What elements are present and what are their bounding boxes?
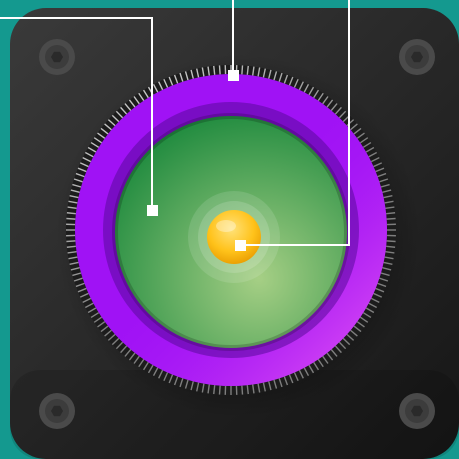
- knurl-tick: [213, 65, 216, 75]
- knurl-tick: [213, 385, 216, 395]
- callout-marker-lens-surface: [147, 205, 158, 216]
- knurl-tick: [218, 385, 221, 395]
- knurl-tick: [386, 212, 396, 215]
- screw-top-right: [399, 39, 435, 75]
- callout-marker-center-button: [235, 240, 246, 251]
- knurl-tick: [66, 212, 76, 215]
- callout-marker-lens-bezel: [228, 70, 239, 81]
- screw-bottom-left: [39, 393, 75, 429]
- knurl-tick: [66, 240, 76, 243]
- center-button[interactable]: [207, 210, 261, 264]
- knurl-tick: [386, 245, 396, 248]
- knurl-tick: [66, 245, 76, 248]
- knurl-tick: [241, 65, 244, 75]
- center-button-gloss: [216, 220, 236, 232]
- knurl-tick: [246, 65, 249, 75]
- knurl-tick: [241, 385, 244, 395]
- screw-bottom-right: [399, 393, 435, 429]
- screw-top-left: [39, 39, 75, 75]
- knurl-tick: [386, 240, 396, 243]
- camera-dial-illustration: [0, 0, 459, 459]
- knurl-tick: [386, 217, 396, 220]
- knurl-tick: [66, 217, 76, 220]
- knurl-tick: [218, 65, 221, 75]
- knurl-tick: [246, 385, 249, 395]
